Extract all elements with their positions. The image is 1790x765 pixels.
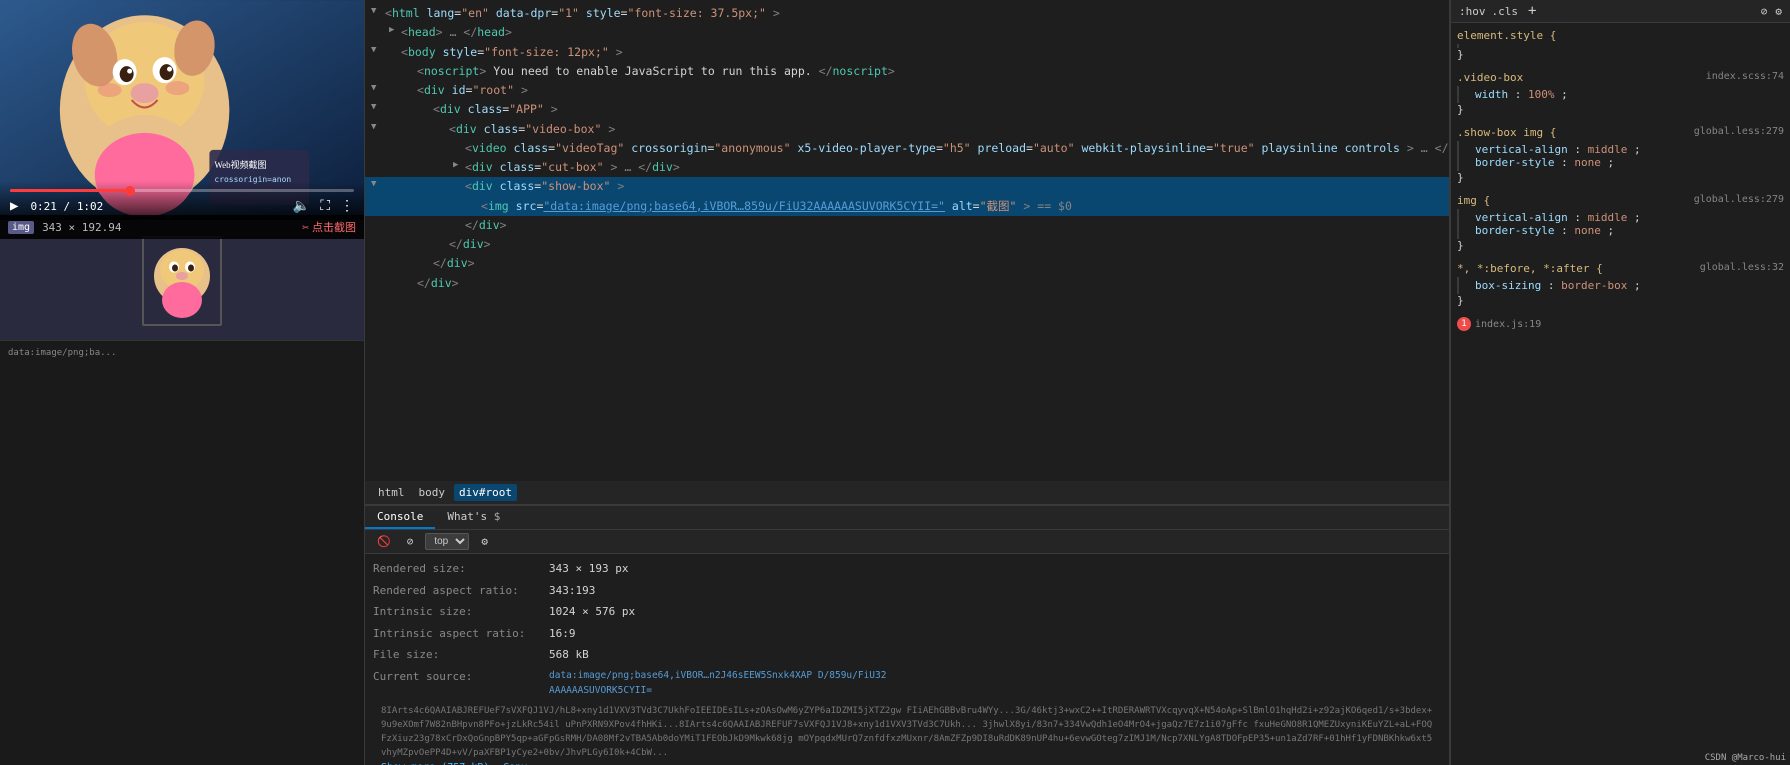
cls-button[interactable]: .cls bbox=[1492, 5, 1519, 18]
html-line[interactable]: ▶ <div class="cut-box" > … </div> bbox=[365, 158, 1449, 177]
progress-fill bbox=[10, 189, 130, 192]
show-more-link[interactable]: Show more (757 kB) bbox=[381, 762, 489, 765]
tab-console[interactable]: Console bbox=[365, 506, 435, 529]
fullscreen-button[interactable]: ⛶ bbox=[320, 198, 330, 214]
progress-dot bbox=[125, 186, 135, 196]
issue-indicator: 1 index.js:19 bbox=[1457, 317, 1784, 331]
current-source-row: Current source: data:image/png;base64,iV… bbox=[373, 666, 1441, 700]
expand-arrow: ▼ bbox=[371, 121, 376, 135]
settings-icon[interactable]: ⚙ bbox=[1775, 5, 1782, 18]
dataurl-section: data:image/png;ba... bbox=[0, 340, 364, 765]
html-line[interactable]: <video class="videoTag" crossorigin="ano… bbox=[365, 139, 1449, 158]
html-line[interactable]: ▼ <body style="font-size: 12px;" > bbox=[365, 43, 1449, 62]
breadcrumb-root[interactable]: div#root bbox=[454, 484, 517, 501]
console-tabs: Console What's $ bbox=[365, 506, 1449, 530]
svg-text:Web视频截图: Web视频截图 bbox=[214, 159, 266, 170]
context-select[interactable]: top bbox=[425, 533, 469, 550]
html-line[interactable]: <noscript> You need to enable JavaScript… bbox=[365, 62, 1449, 81]
filter-icon[interactable]: ⊘ bbox=[1761, 5, 1768, 18]
css-property-line: border-style : none ; bbox=[1475, 224, 1784, 237]
file-size-row: File size: 568 kB bbox=[373, 644, 1441, 666]
css-property-line: vertical-align : middle ; bbox=[1475, 143, 1784, 156]
breadcrumb-bar: html body div#root bbox=[365, 481, 1449, 505]
more-button[interactable]: ⋮ bbox=[340, 198, 354, 214]
expand-arrow: ▼ bbox=[371, 101, 376, 115]
css-rule-star: *, *:before, *:after { global.less:32 bo… bbox=[1457, 262, 1784, 307]
tab-whats[interactable]: What's $ bbox=[435, 506, 512, 529]
html-line[interactable]: ▼ <div class="APP" > bbox=[365, 100, 1449, 119]
screenshot-click-button[interactable]: ✂ 点击截图 bbox=[302, 219, 356, 235]
console-content: Rendered size: 343 × 193 px Rendered asp… bbox=[365, 554, 1449, 765]
copy-button[interactable]: Copy bbox=[503, 762, 527, 765]
html-line[interactable]: ▼ <html lang="en" data-dpr="1" style="fo… bbox=[365, 4, 1449, 23]
thumbnail-image bbox=[142, 236, 222, 326]
filter-btn[interactable]: ⊘ bbox=[403, 534, 418, 549]
css-rule-video-box: .video-box index.scss:74 width : 100% ; … bbox=[1457, 71, 1784, 116]
rendered-aspect-row: Rendered aspect ratio: 343:193 bbox=[373, 580, 1441, 602]
time-display: 0:21 / 1:02 bbox=[30, 200, 103, 213]
css-property-line: width : 100% ; bbox=[1475, 88, 1784, 101]
screenshot-tag: img 343 × 192.94 ✂ 点击截图 bbox=[0, 215, 364, 239]
breadcrumb: html body div#root bbox=[373, 484, 517, 501]
settings-btn[interactable]: ⚙ bbox=[477, 534, 492, 549]
css-rule-element-style: element.style { } bbox=[1457, 29, 1784, 61]
css-content: element.style { } .video-box index.scss:… bbox=[1451, 23, 1790, 765]
html-line[interactable]: ▼ <div id="root" > bbox=[365, 81, 1449, 100]
left-panel: Web视频截图 crossorigin=anon ▶ 0:21 / 1:02 🔈… bbox=[0, 0, 365, 765]
html-line[interactable]: ▼ <div class="video-box" > bbox=[365, 120, 1449, 139]
add-rule-button[interactable]: + bbox=[1528, 3, 1536, 19]
progress-bar[interactable] bbox=[10, 189, 354, 192]
css-property-line: border-style : none ; bbox=[1475, 156, 1784, 169]
html-line-show-box[interactable]: ▼ <div class="show-box" > bbox=[365, 177, 1449, 196]
camera-icon: ✂ bbox=[302, 221, 309, 234]
data-text-area: 8IArts4c6QAAIABJREFUeF7sVXFQJ1VJ/hL8+xny… bbox=[373, 700, 1441, 765]
img-dimensions: 343 × 192.94 bbox=[42, 221, 121, 234]
devtools-main: ▼ <html lang="en" data-dpr="1" style="fo… bbox=[365, 0, 1449, 765]
html-line[interactable]: </div> bbox=[365, 254, 1449, 273]
html-line-img[interactable]: <img src="data:image/png;base64,iVBOR…85… bbox=[365, 197, 1449, 216]
expand-arrow: ▼ bbox=[371, 82, 376, 96]
intrinsic-size-row: Intrinsic size: 1024 × 576 px bbox=[373, 601, 1441, 623]
css-rule-img: img { global.less:279 vertical-align : m… bbox=[1457, 194, 1784, 252]
right-panel: :hov .cls + ⊘ ⚙ element.style { } .video… bbox=[1450, 0, 1790, 765]
css-rule-show-box-img: .show-box img { global.less:279 vertical… bbox=[1457, 126, 1784, 184]
console-toolbar: 🚫 ⊘ top ⚙ bbox=[365, 530, 1449, 554]
expand-arrow: ▼ bbox=[371, 44, 376, 58]
clear-btn[interactable]: 🚫 bbox=[373, 534, 395, 549]
html-line[interactable]: </div> bbox=[365, 274, 1449, 293]
issue-badge: 1 bbox=[1457, 317, 1471, 331]
breadcrumb-body[interactable]: body bbox=[414, 484, 451, 501]
intrinsic-aspect-row: Intrinsic aspect ratio: 16:9 bbox=[373, 623, 1441, 645]
video-area: Web视频截图 crossorigin=anon ▶ 0:21 / 1:02 🔈… bbox=[0, 0, 364, 220]
data-text-content: 8IArts4c6QAAIABJREFUeF7sVXFQJ1VJ/hL8+xny… bbox=[381, 706, 1432, 758]
html-line[interactable]: </div> bbox=[365, 235, 1449, 254]
volume-button[interactable]: 🔈 bbox=[293, 198, 310, 214]
css-toolbar: :hov .cls + ⊘ ⚙ bbox=[1451, 0, 1790, 23]
img-badge: img bbox=[8, 221, 34, 234]
console-panel: Console What's $ 🚫 ⊘ top ⚙ Rendered size… bbox=[365, 505, 1449, 765]
play-button[interactable]: ▶ bbox=[10, 198, 18, 214]
expand-arrow: ▼ bbox=[371, 5, 376, 19]
middle-panel: ▼ <html lang="en" data-dpr="1" style="fo… bbox=[365, 0, 1450, 765]
rendered-size-row: Rendered size: 343 × 193 px bbox=[373, 558, 1441, 580]
html-line[interactable]: </div> bbox=[365, 216, 1449, 235]
html-source: ▼ <html lang="en" data-dpr="1" style="fo… bbox=[365, 0, 1449, 481]
hov-button[interactable]: :hov bbox=[1459, 5, 1486, 18]
html-line[interactable]: ▶ <head> … </head> bbox=[365, 23, 1449, 42]
author-tag: CSDN @Marco-hui bbox=[1705, 753, 1786, 763]
css-property-line: box-sizing : border-box ; bbox=[1475, 279, 1784, 292]
css-property-line: vertical-align : middle ; bbox=[1475, 211, 1784, 224]
breadcrumb-html[interactable]: html bbox=[373, 484, 410, 501]
expand-arrow: ▼ bbox=[371, 178, 376, 192]
